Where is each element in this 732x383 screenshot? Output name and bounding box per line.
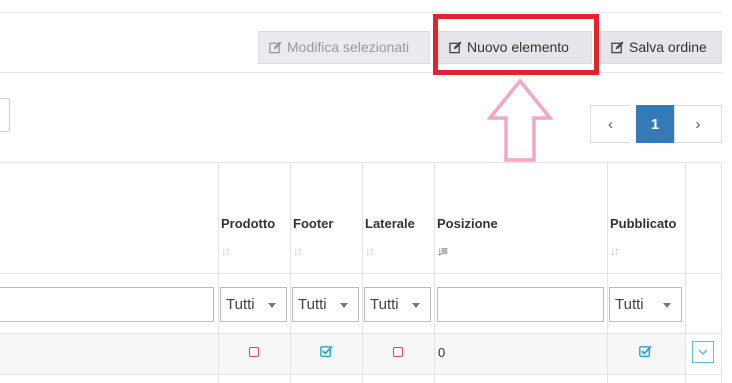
prodotto-unchecked-icon[interactable]	[249, 347, 259, 357]
filter-prodotto-select[interactable]: Tutti	[220, 287, 287, 322]
annotation-highlight-box	[433, 14, 599, 75]
table-row-border	[0, 374, 722, 375]
laterale-unchecked-icon[interactable]	[393, 347, 403, 357]
row-actions-button[interactable]	[692, 341, 714, 363]
filter-footer-value: Tutti	[298, 296, 327, 313]
filter-laterale-value: Tutti	[370, 296, 399, 313]
table-header-border	[0, 273, 722, 274]
column-divider	[434, 162, 435, 383]
column-divider	[685, 162, 686, 383]
save-order-button[interactable]: Salva ordine	[600, 31, 722, 64]
pagination-page-label: 1	[650, 115, 660, 133]
filter-text-input[interactable]	[0, 287, 214, 322]
chevron-left-icon: ‹	[608, 115, 613, 133]
footer-checked-icon[interactable]	[320, 345, 333, 357]
edit-icon	[611, 41, 624, 54]
pagination-next[interactable]: ›	[674, 105, 722, 143]
posizione-value: 0	[438, 345, 446, 360]
edit-selected-button[interactable]: Modifica selezionati	[258, 31, 430, 64]
column-divider	[290, 162, 291, 383]
annotation-up-arrow	[487, 78, 553, 162]
filter-laterale-select[interactable]: Tutti	[364, 287, 431, 322]
caret-down-icon	[412, 303, 420, 308]
sort-icon[interactable]: ↓↑	[221, 244, 231, 258]
column-divider	[218, 162, 219, 383]
column-header-posizione[interactable]: Posizione	[437, 216, 498, 231]
column-header-footer[interactable]: Footer	[293, 216, 333, 231]
sort-icon[interactable]: ↓↑	[610, 244, 620, 258]
pagination-page-1[interactable]: 1	[636, 105, 674, 143]
chevron-down-icon	[698, 348, 708, 355]
column-divider	[721, 162, 722, 383]
pubblicato-checked-icon[interactable]	[639, 345, 652, 357]
chevron-right-icon: ›	[695, 115, 701, 133]
filter-pubblicato-select[interactable]: Tutti	[609, 287, 682, 322]
column-header-laterale[interactable]: Laterale	[365, 216, 415, 231]
top-divider	[0, 12, 722, 13]
caret-down-icon	[340, 303, 348, 308]
table-row	[0, 334, 686, 374]
sort-icon[interactable]: ↓↑	[365, 244, 375, 258]
sort-active-icon[interactable]: ↓≡	[437, 244, 448, 258]
caret-down-icon	[268, 303, 276, 308]
sort-icon[interactable]: ↓↑	[293, 244, 303, 258]
save-order-label: Salva ordine	[629, 39, 707, 55]
search-input[interactable]	[0, 98, 10, 132]
column-header-pubblicato[interactable]: Pubblicato	[610, 216, 676, 231]
column-divider	[607, 162, 608, 383]
table-top-border	[0, 162, 722, 163]
edit-icon	[269, 41, 282, 54]
filter-prodotto-value: Tutti	[226, 296, 255, 313]
pagination-prev[interactable]: ‹	[590, 105, 630, 143]
filter-posizione-input[interactable]	[437, 287, 604, 322]
filter-footer-select[interactable]: Tutti	[292, 287, 359, 322]
caret-down-icon	[663, 303, 671, 308]
filter-pubblicato-value: Tutti	[615, 296, 644, 313]
edit-selected-label: Modifica selezionati	[287, 39, 410, 55]
column-divider	[362, 162, 363, 383]
toolbar-divider	[0, 72, 722, 73]
column-header-prodotto[interactable]: Prodotto	[221, 216, 275, 231]
